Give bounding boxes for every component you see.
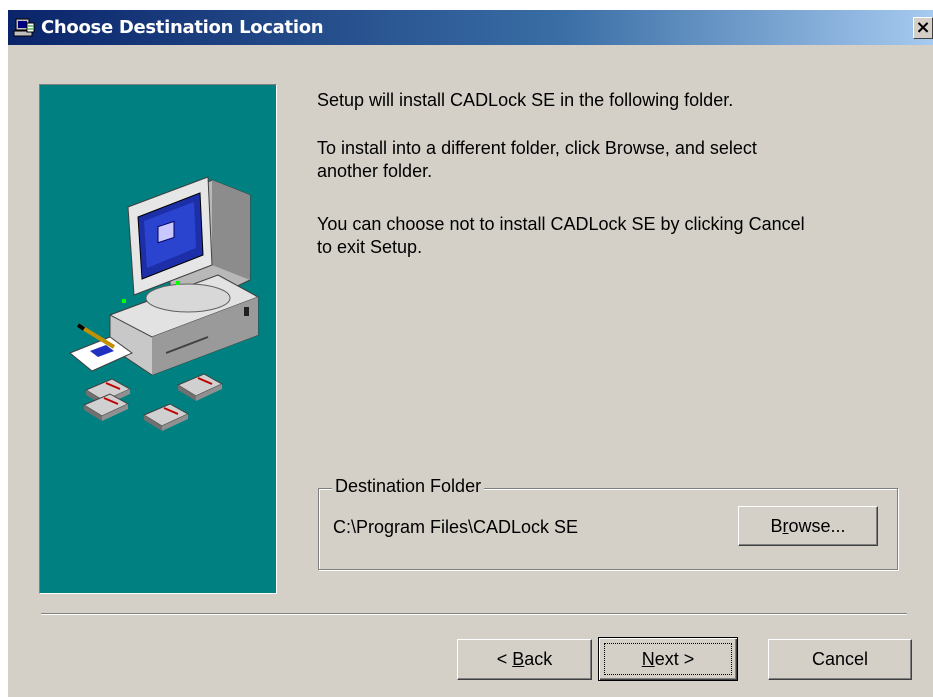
cancel-instruction-line1: You can choose not to install CADLock SE… bbox=[317, 214, 805, 234]
button-separator bbox=[41, 613, 907, 615]
floppy-disk-icon bbox=[82, 393, 130, 421]
setup-computer-icon bbox=[13, 18, 35, 37]
cancel-instruction-line2: to exit Setup. bbox=[317, 237, 423, 257]
computer-install-illustration bbox=[69, 176, 260, 431]
floppy-disk-icon bbox=[142, 403, 190, 431]
back-button[interactable]: < Back bbox=[457, 639, 592, 680]
browse-instruction-line2: another folder. bbox=[317, 161, 433, 181]
setup-dialog: Choose Destination Location × Setup will… bbox=[8, 10, 933, 697]
focus-rectangle bbox=[604, 643, 732, 675]
next-button[interactable]: Next > bbox=[598, 637, 738, 681]
browse-instruction-line1: To install into a different folder, clic… bbox=[317, 138, 757, 158]
cancel-button[interactable]: Cancel bbox=[768, 639, 912, 680]
browse-button[interactable]: Browse... bbox=[738, 506, 878, 546]
floppy-disk-icon bbox=[176, 373, 224, 401]
close-button[interactable]: × bbox=[913, 17, 933, 39]
install-location-message: Setup will install CADLock SE in the fol… bbox=[317, 90, 734, 110]
destination-path: C:\Program Files\CADLock SE bbox=[333, 517, 579, 537]
title-bar[interactable]: Choose Destination Location × bbox=[8, 10, 933, 45]
setup-illustration bbox=[39, 84, 277, 594]
window-title: Choose Destination Location bbox=[41, 17, 324, 38]
destination-folder-label: Destination Folder bbox=[332, 476, 485, 497]
